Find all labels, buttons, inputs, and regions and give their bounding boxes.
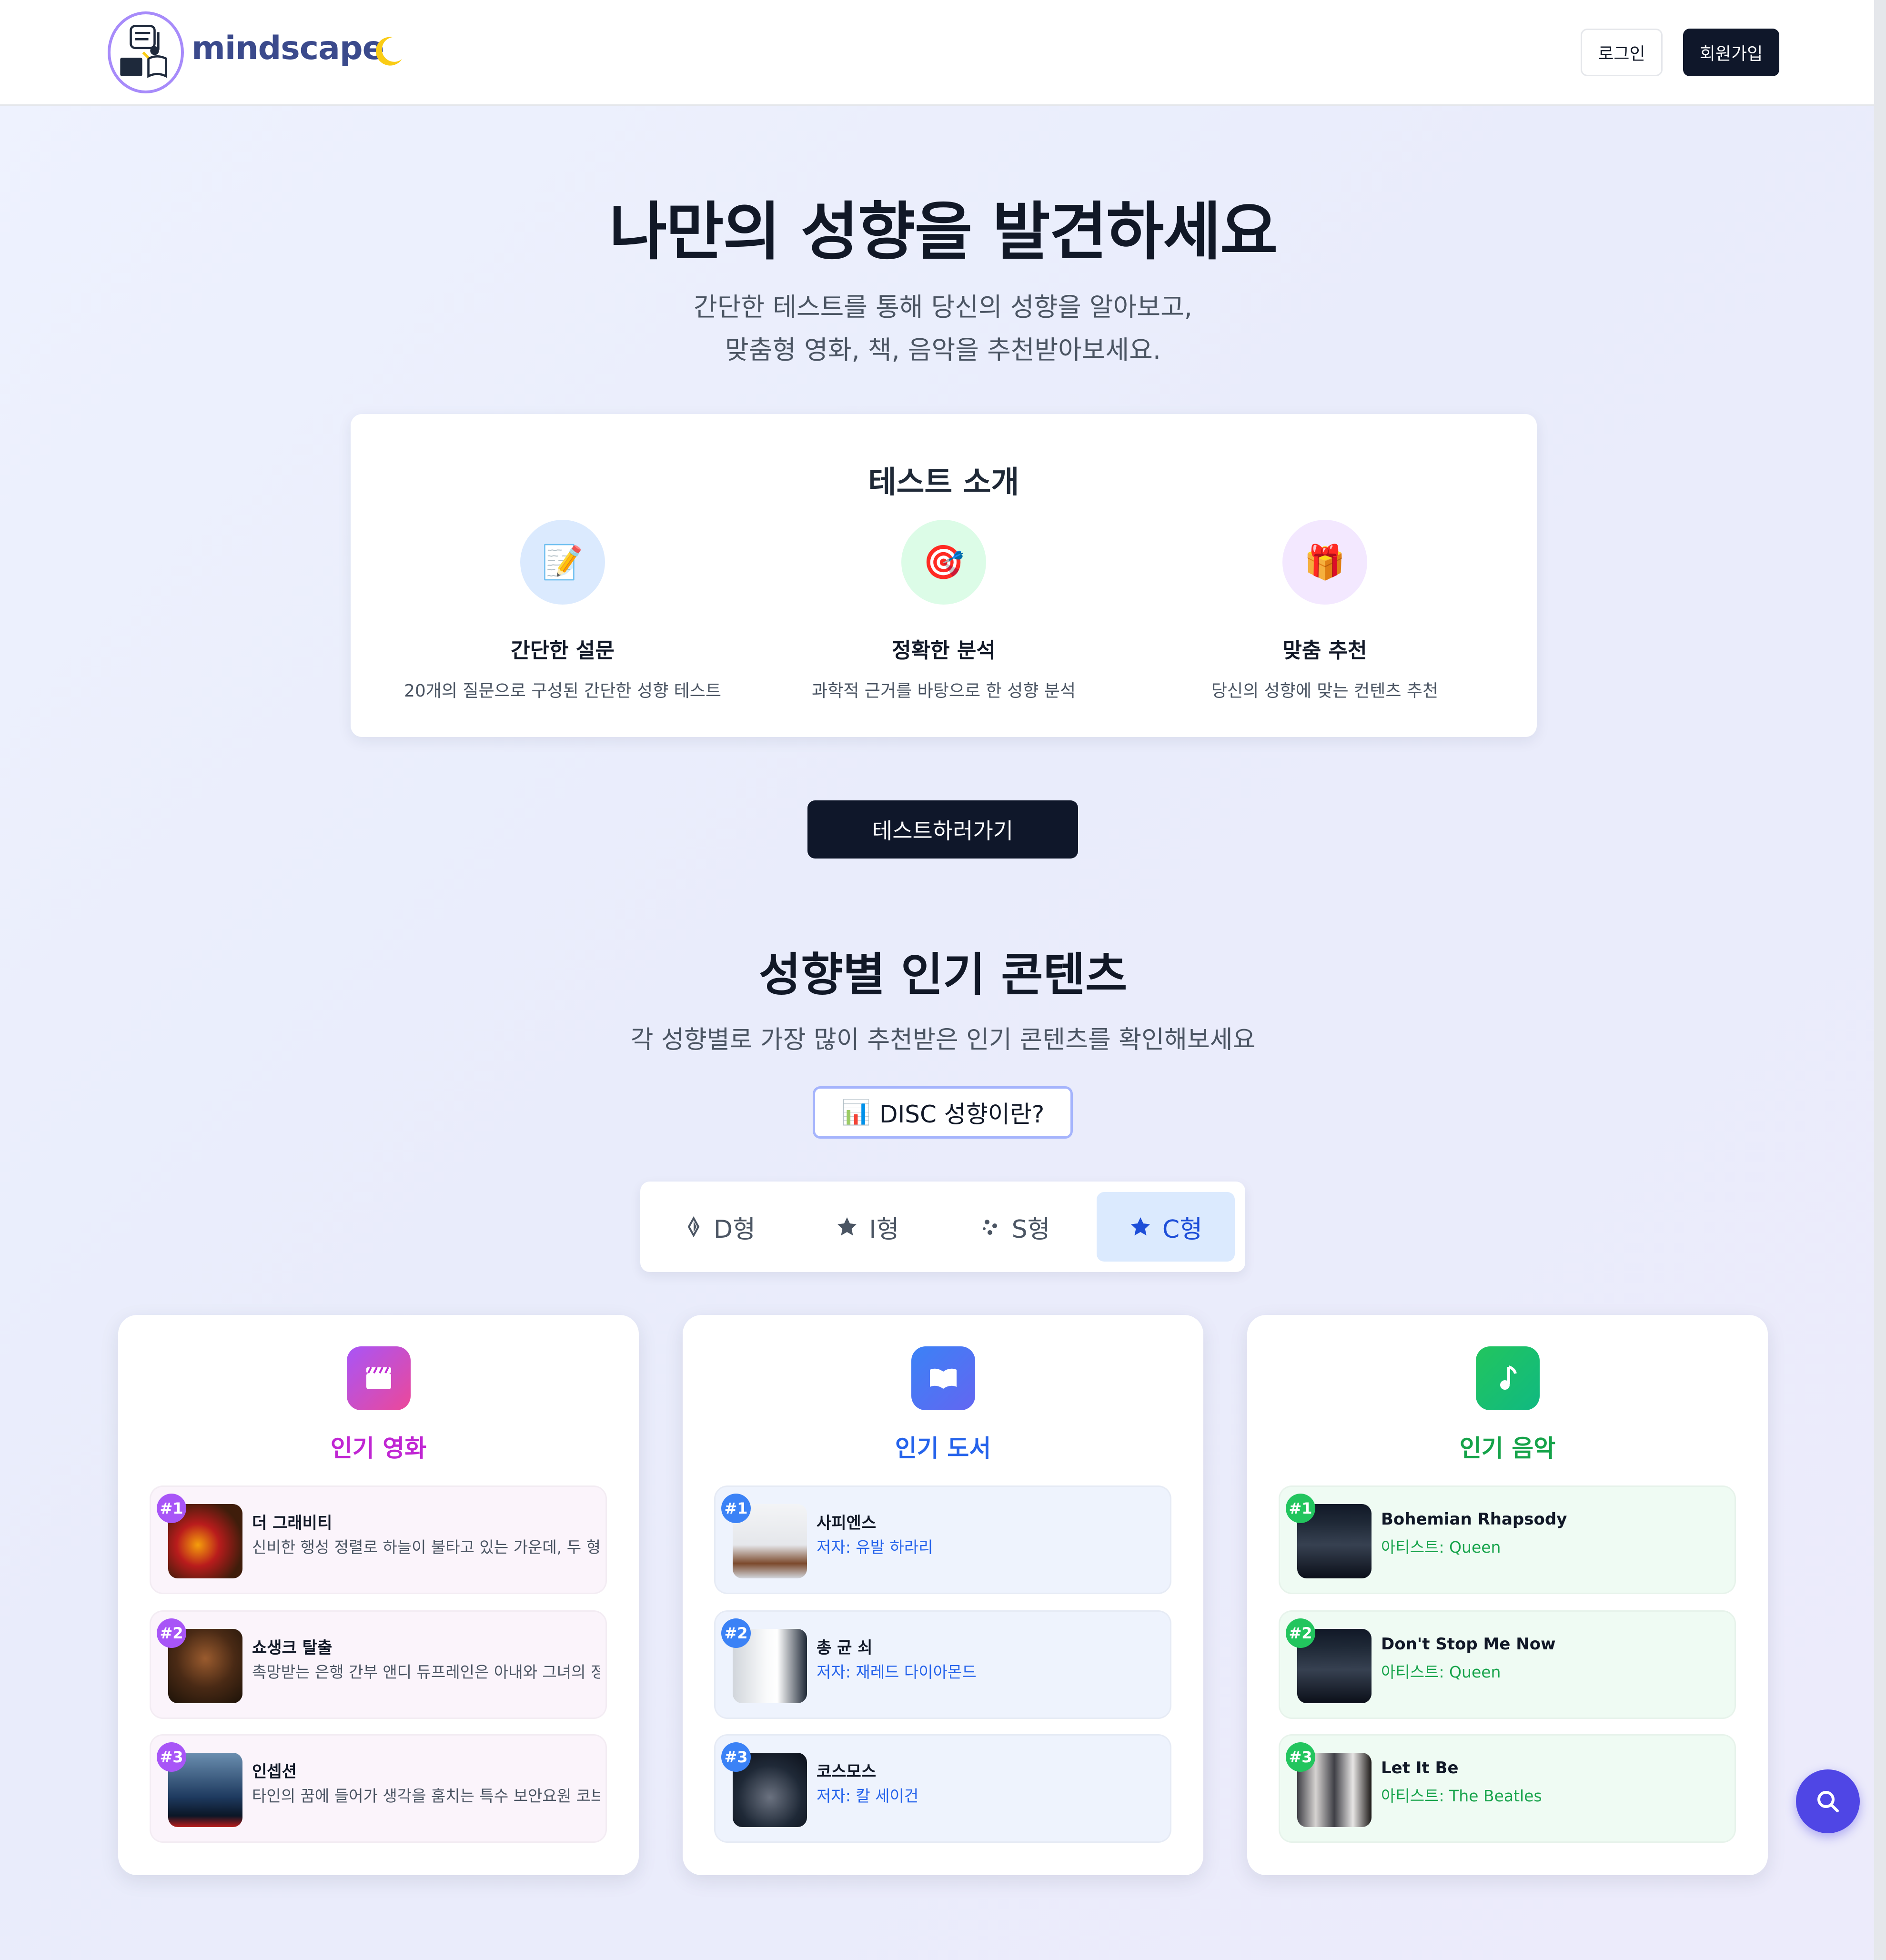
popular-books-card: 인기 도서 #1 사피엔스 저자: 유발 하라리 #2 총 균 쇠 저자: 재레…	[683, 1315, 1203, 1875]
books-title: 인기 도서	[895, 1435, 991, 1462]
star-icon	[837, 1217, 857, 1236]
song-title: Don't Stop Me Now	[1381, 1635, 1556, 1654]
feature-simple-survey: 📝 간단한 설문 20개의 질문으로 구성된 간단한 성향 테스트	[372, 520, 753, 702]
memo-icon: 📝	[520, 520, 605, 605]
feature-desc: 과학적 근거를 바탕으로 한 성향 분석	[811, 681, 1076, 701]
gift-icon: 🎁	[1282, 520, 1367, 605]
music-note-icon	[1476, 1346, 1540, 1410]
tab-c-type[interactable]: C형	[1097, 1192, 1235, 1262]
clapperboard-icon	[347, 1346, 411, 1410]
bar-chart-icon: 📊	[841, 1098, 871, 1126]
popular-section-subtitle: 각 성향별로 가장 많이 추천받은 인기 콘텐츠를 확인해보세요	[630, 1026, 1256, 1054]
book-item-2[interactable]: #2 총 균 쇠 저자: 재레드 다이아몬드	[714, 1610, 1171, 1719]
feature-title: 맞춤 추천	[1282, 638, 1367, 663]
book-title: 코스모스	[817, 1762, 877, 1781]
search-icon	[1817, 1791, 1839, 1812]
intro-title: 테스트 소개	[868, 465, 1019, 500]
disc-type-tabs: D형 I형 S형 C형	[640, 1182, 1245, 1272]
movies-title: 인기 영화	[330, 1435, 427, 1462]
hero-subtitle-line2: 맞춤형 영화, 책, 음악을 추천받아보세요.	[725, 335, 1161, 365]
movie-title: 더 그래비티	[252, 1514, 333, 1533]
sparkle-icon	[982, 1220, 997, 1235]
feature-desc: 20개의 질문으로 구성된 간단한 성향 테스트	[403, 681, 722, 701]
movie-desc: 신비한 행성 정렬로 하늘이 불타고 있는 가운데, 두 형제	[252, 1538, 600, 1556]
logo-icon[interactable]	[108, 11, 184, 93]
moon-icon[interactable]	[371, 34, 405, 69]
tab-label: D형	[714, 1215, 756, 1244]
login-button[interactable]: 로그인	[1581, 29, 1663, 76]
disc-info-label: DISC 성향이란?	[879, 1101, 1045, 1128]
rank-badge: #2	[157, 1618, 186, 1648]
movie-title: 인셉션	[252, 1762, 297, 1781]
book-icon	[911, 1346, 975, 1410]
rank-badge: #1	[1286, 1494, 1315, 1523]
song-artist: 아티스트: Queen	[1381, 1663, 1501, 1681]
star-icon	[1130, 1217, 1150, 1236]
book-author: 저자: 재레드 다이아몬드	[817, 1663, 977, 1681]
start-test-button[interactable]: 테스트하러가기	[807, 800, 1078, 859]
rank-badge: #2	[721, 1618, 751, 1648]
rank-badge: #1	[157, 1494, 186, 1523]
tab-label: S형	[1011, 1215, 1050, 1244]
feature-title: 간단한 설문	[511, 638, 615, 663]
song-title: Bohemian Rhapsody	[1381, 1510, 1567, 1529]
movie-item-3[interactable]: #3 인셉션 타인의 꿈에 들어가 생각을 훔치는 특수 보안요원 코브.	[150, 1734, 607, 1843]
movie-item-1[interactable]: #1 더 그래비티 신비한 행성 정렬로 하늘이 불타고 있는 가운데, 두 형…	[150, 1485, 607, 1594]
music-item-3[interactable]: #3 Let It Be 아티스트: The Beatles	[1279, 1734, 1736, 1843]
book-item-3[interactable]: #3 코스모스 저자: 칼 세이건	[714, 1734, 1171, 1843]
rank-badge: #3	[157, 1742, 186, 1772]
rank-badge: #3	[1286, 1742, 1315, 1772]
search-button[interactable]	[1796, 1769, 1860, 1833]
tab-s-type[interactable]: S형	[946, 1192, 1084, 1262]
movie-desc: 촉망받는 은행 간부 앤디 듀프레인은 아내와 그녀의 정부	[252, 1663, 600, 1681]
rank-badge: #1	[721, 1494, 751, 1523]
hero-title: 나만의 성향을 발견하세요	[609, 195, 1278, 269]
movie-desc: 타인의 꿈에 들어가 생각을 훔치는 특수 보안요원 코브.	[252, 1787, 600, 1805]
hero-subtitle-line1: 간단한 테스트를 통해 당신의 성향을 알아보고,	[694, 292, 1192, 322]
tab-i-type[interactable]: I형	[798, 1192, 937, 1262]
movie-title: 쇼생크 탈출	[252, 1638, 333, 1657]
top-navbar: mindscape 로그인 회원가입	[0, 0, 1886, 106]
target-icon: 🎯	[901, 520, 986, 605]
music-title: 인기 음악	[1459, 1435, 1556, 1462]
feature-custom-recommendation: 🎁 맞춤 추천 당신의 성향에 맞는 컨텐츠 추천	[1134, 520, 1515, 702]
book-item-1[interactable]: #1 사피엔스 저자: 유발 하라리	[714, 1485, 1171, 1594]
book-author: 저자: 칼 세이건	[817, 1787, 919, 1805]
tab-d-type[interactable]: D형	[651, 1192, 789, 1262]
rank-badge: #2	[1286, 1618, 1315, 1648]
test-intro-card: 테스트 소개 📝 간단한 설문 20개의 질문으로 구성된 간단한 성향 테스트…	[351, 414, 1537, 737]
popular-movies-card: 인기 영화 #1 더 그래비티 신비한 행성 정렬로 하늘이 불타고 있는 가운…	[118, 1315, 639, 1875]
disc-info-button[interactable]: 📊 DISC 성향이란?	[813, 1086, 1073, 1139]
tab-label: C형	[1162, 1215, 1203, 1244]
music-item-2[interactable]: #2 Don't Stop Me Now 아티스트: Queen	[1279, 1610, 1736, 1719]
song-artist: 아티스트: The Beatles	[1381, 1787, 1542, 1805]
movie-item-2[interactable]: #2 쇼생크 탈출 촉망받는 은행 간부 앤디 듀프레인은 아내와 그녀의 정부	[150, 1610, 607, 1719]
book-author: 저자: 유발 하라리	[817, 1538, 933, 1556]
tab-label: I형	[869, 1215, 899, 1244]
signup-button[interactable]: 회원가입	[1683, 29, 1779, 76]
book-title: 총 균 쇠	[817, 1638, 873, 1657]
feature-title: 정확한 분석	[892, 638, 996, 663]
song-artist: 아티스트: Queen	[1381, 1538, 1501, 1556]
popular-music-card: 인기 음악 #1 Bohemian Rhapsody 아티스트: Queen #…	[1247, 1315, 1768, 1875]
rank-badge: #3	[721, 1742, 751, 1772]
diamond-icon	[687, 1216, 700, 1237]
song-title: Let It Be	[1381, 1758, 1459, 1778]
music-item-1[interactable]: #1 Bohemian Rhapsody 아티스트: Queen	[1279, 1485, 1736, 1594]
popular-section-title: 성향별 인기 콘텐츠	[758, 948, 1128, 1001]
book-title: 사피엔스	[817, 1514, 877, 1533]
hero-subtitle: 간단한 테스트를 통해 당신의 성향을 알아보고, 맞춤형 영화, 책, 음악을…	[0, 286, 1886, 372]
feature-accurate-analysis: 🎯 정확한 분석 과학적 근거를 바탕으로 한 성향 분석	[753, 520, 1134, 702]
brand-name[interactable]: mindscape	[192, 30, 384, 67]
feature-desc: 당신의 성향에 맞는 컨텐츠 추천	[1211, 681, 1439, 701]
